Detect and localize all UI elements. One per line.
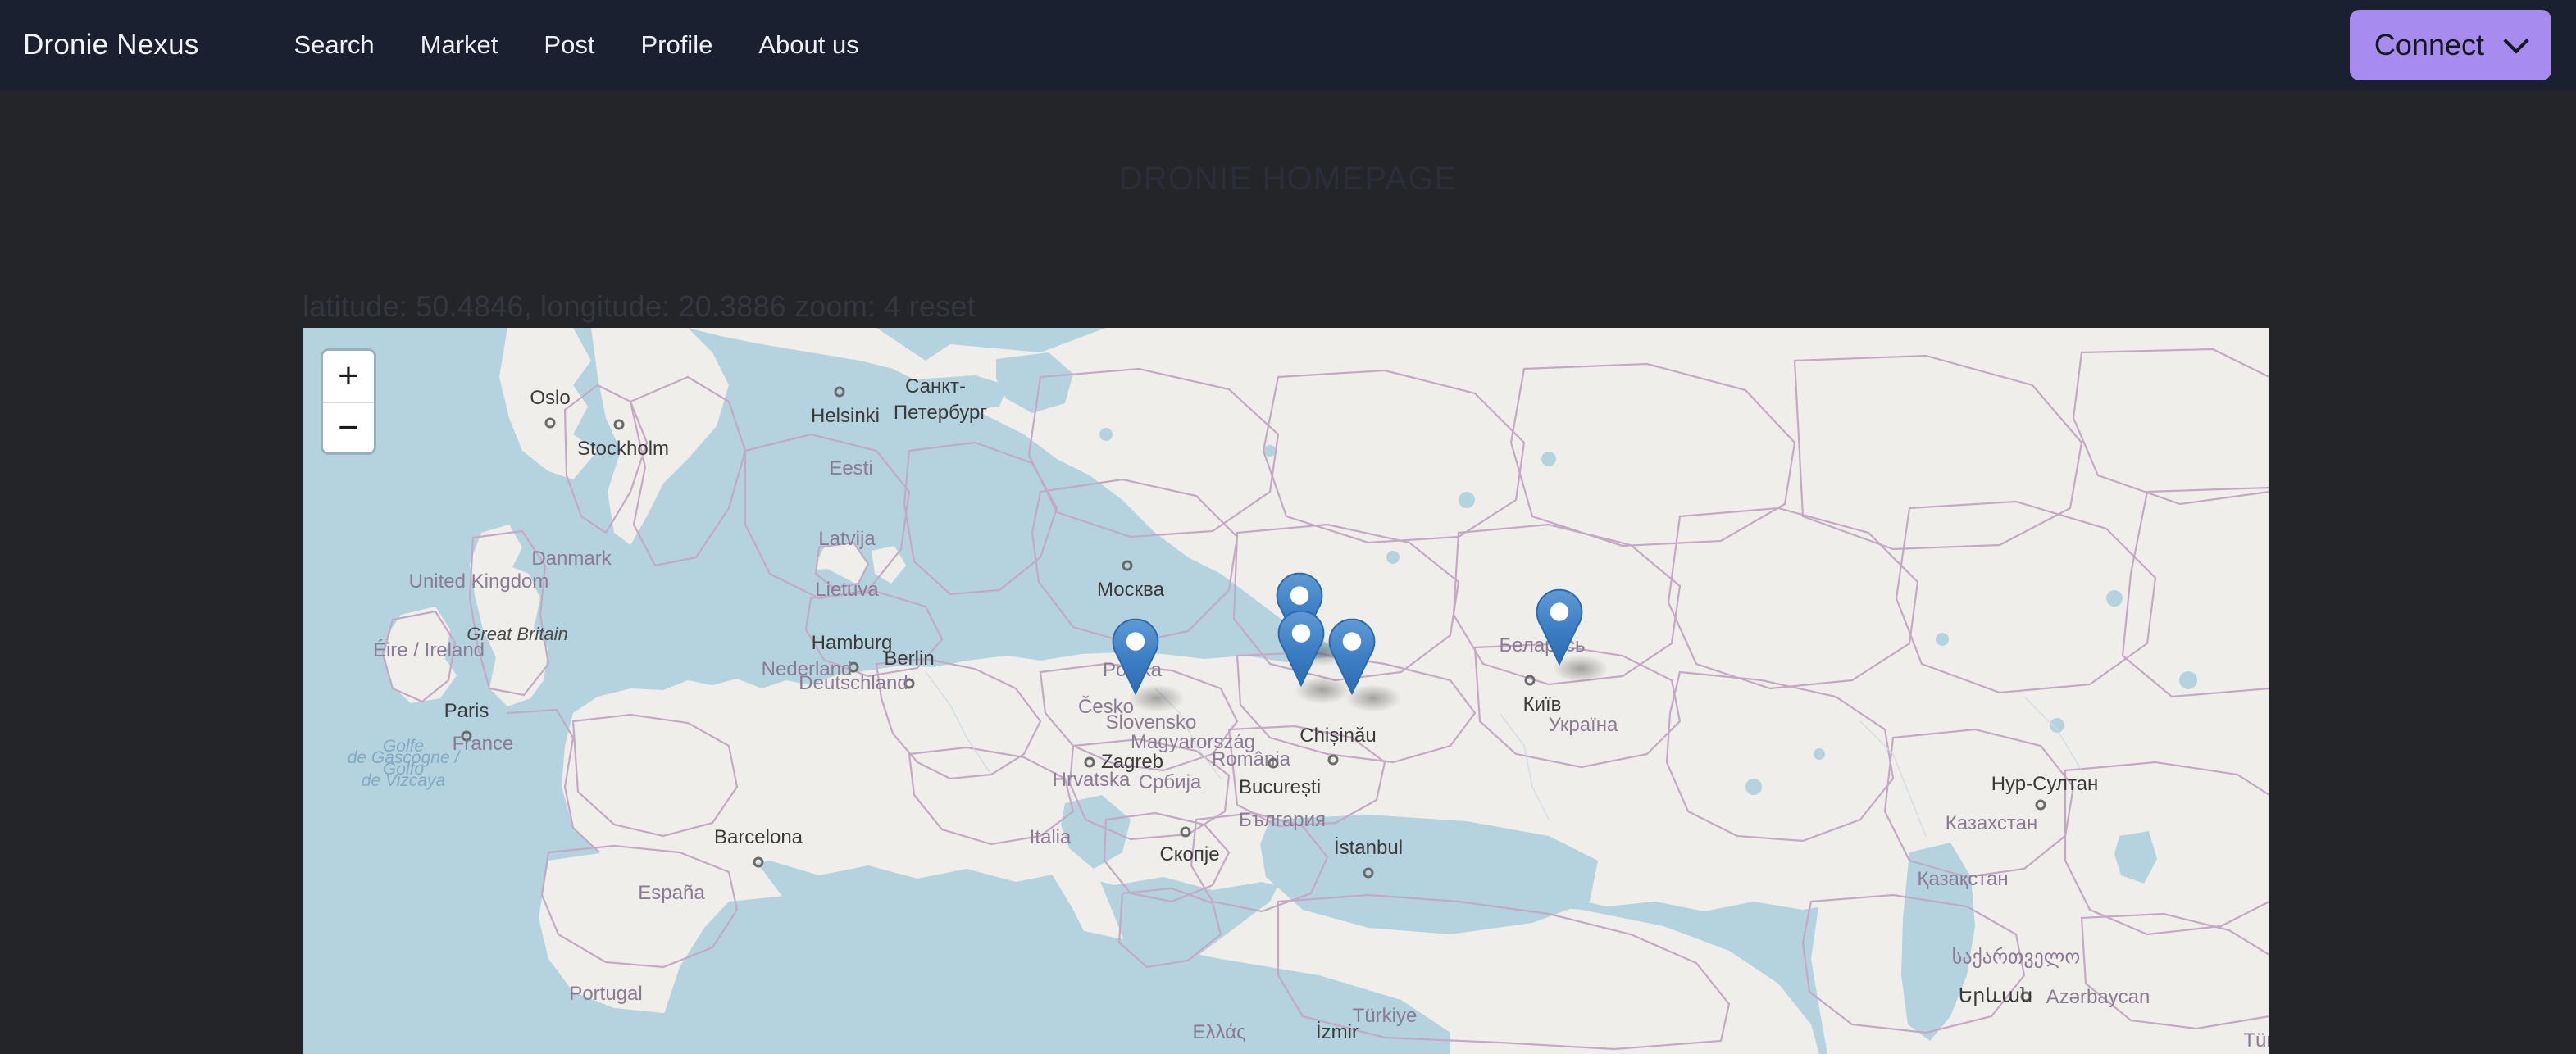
nav-link-profile[interactable]: Profile <box>617 30 735 60</box>
map-zoom-control: + − <box>321 348 376 455</box>
leaflet-map[interactable]: Oslo Stockholm Helsinki Санкт- Петербург Eest… <box>303 328 2269 1054</box>
zoom-value: 4 <box>884 289 901 323</box>
zoom-in-button[interactable]: + <box>323 351 374 402</box>
map-marker-poland-south[interactable] <box>1277 610 1325 687</box>
zoom-out-button[interactable]: − <box>323 402 374 452</box>
longitude-value: 20.3886 <box>678 289 786 323</box>
chevron-down-icon <box>2505 30 2527 52</box>
page-title: DRONIE HOMEPAGE <box>1118 161 1458 197</box>
nav-link-post[interactable]: Post <box>521 30 617 60</box>
nav-links: Search Market Post Profile About us <box>271 30 881 60</box>
map-reset-link[interactable]: reset <box>909 289 976 323</box>
map-marker-belarus[interactable] <box>1536 588 1583 666</box>
connect-button-label: Connect <box>2373 28 2484 61</box>
connect-button[interactable]: Connect <box>2349 10 2551 80</box>
map-tiles <box>303 328 2269 1054</box>
top-navbar: Dronie Nexus Search Market Post Profile … <box>0 0 2576 90</box>
longitude-label: longitude: <box>540 289 671 323</box>
zoom-label: zoom: <box>794 289 876 323</box>
map-marker-poland-east[interactable] <box>1328 618 1376 695</box>
nav-link-market[interactable]: Market <box>398 30 521 60</box>
map-marker-germany[interactable] <box>1112 618 1159 695</box>
map-status-line: latitude: 50.4846, longitude: 20.3886 zo… <box>303 289 976 323</box>
nav-link-search[interactable]: Search <box>271 30 397 60</box>
nav-link-about-us[interactable]: About us <box>735 30 881 60</box>
brand-logo[interactable]: Dronie Nexus <box>23 29 198 61</box>
latitude-label: latitude: <box>303 289 407 323</box>
latitude-value: 50.4846 <box>416 289 524 323</box>
